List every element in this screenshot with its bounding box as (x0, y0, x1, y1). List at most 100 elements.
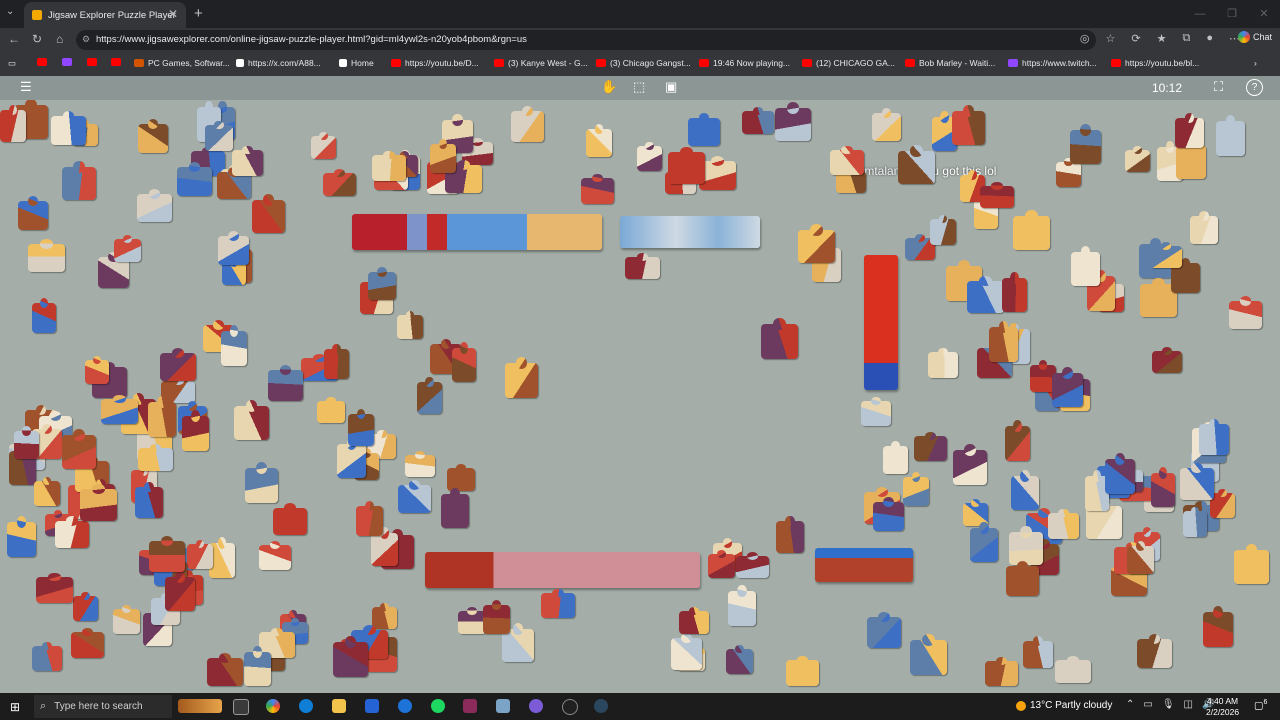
puzzle-piece[interactable] (1125, 146, 1150, 172)
puzzle-piece[interactable] (232, 145, 263, 176)
puzzle-piece[interactable] (234, 400, 269, 440)
puzzle-piece[interactable] (458, 607, 486, 634)
puzzle-piece[interactable] (1180, 462, 1214, 500)
puzzle-piece[interactable] (1052, 367, 1083, 407)
puzzle-piece[interactable] (1183, 506, 1207, 537)
puzzle-piece[interactable] (1013, 210, 1050, 250)
puzzle-piece[interactable] (985, 656, 1018, 686)
windows-start-icon[interactable]: ⊞ (10, 700, 20, 714)
puzzle-piece[interactable] (898, 145, 935, 184)
puzzle-piece[interactable] (323, 169, 356, 196)
puzzle-piece[interactable] (73, 591, 98, 621)
favorite-star-icon[interactable]: ☆ (1106, 32, 1116, 45)
puzzle-piece[interactable] (511, 105, 544, 142)
puzzle-piece[interactable] (207, 653, 243, 686)
puzzle-piece[interactable] (138, 119, 168, 153)
puzzle-board[interactable]: iamtalanya: you got this lol (0, 100, 1280, 693)
puzzle-piece[interactable] (786, 655, 819, 686)
favorites-icon[interactable]: ★ (1157, 32, 1167, 45)
puzzle-piece[interactable] (1176, 139, 1206, 179)
puzzle-piece[interactable] (430, 139, 456, 173)
taskbar-clock[interactable]: 4:40 AM 2/2/2026 (1206, 696, 1239, 718)
puzzle-piece[interactable] (205, 120, 233, 151)
puzzle-piece[interactable] (637, 141, 662, 171)
puzzle-piece[interactable] (356, 500, 383, 536)
puzzle-piece[interactable] (368, 267, 396, 300)
puzzle-piece[interactable] (32, 641, 62, 671)
puzzle-piece[interactable] (903, 472, 929, 506)
home-icon[interactable]: ⌂ (56, 32, 63, 46)
tab-search-icon[interactable]: ⌄ (6, 6, 14, 17)
puzzle-piece[interactable] (775, 102, 811, 141)
puzzle-piece[interactable] (1127, 541, 1154, 574)
bookmark-item[interactable]: PC Games, Softwar... (134, 58, 230, 68)
puzzle-piece[interactable] (1151, 467, 1175, 507)
bookmark-item[interactable] (111, 58, 125, 66)
puzzle-piece[interactable] (7, 516, 36, 557)
puzzle-piece[interactable] (928, 347, 958, 378)
puzzle-piece[interactable] (1190, 211, 1218, 244)
bookmark-item[interactable]: https://www.twitch... (1008, 58, 1097, 68)
puzzle-piece[interactable] (1071, 246, 1100, 286)
puzzle-piece[interactable] (742, 107, 774, 134)
extensions-icon[interactable]: ⟳ (1131, 32, 1140, 45)
network-icon[interactable]: ◫ (1184, 699, 1193, 710)
puzzle-piece[interactable] (177, 162, 212, 196)
collections-icon[interactable]: ⧉ (1182, 32, 1190, 45)
puzzle-piece[interactable] (1023, 636, 1053, 668)
puzzle-piece[interactable] (0, 104, 26, 142)
bookmark-item[interactable] (87, 58, 101, 66)
puzzle-piece[interactable] (883, 441, 908, 474)
puzzle-piece[interactable] (441, 488, 469, 528)
assembled-cluster[interactable] (864, 255, 898, 390)
puzzle-piece[interactable] (372, 150, 406, 181)
bookmark-item[interactable]: https://youtu.be/D... (391, 58, 479, 68)
puzzle-piece[interactable] (505, 357, 538, 398)
puzzle-piece[interactable] (452, 342, 476, 382)
puzzle-piece[interactable] (1234, 544, 1269, 584)
assembled-cluster[interactable] (620, 216, 760, 248)
puzzle-piece[interactable] (165, 571, 195, 611)
bookmark-item[interactable]: Bob Marley - Waiti... (905, 58, 995, 68)
puzzle-piece[interactable] (187, 539, 213, 569)
puzzle-piece[interactable] (32, 297, 56, 333)
weather-widget[interactable]: 13°C Partly cloudy (1016, 700, 1112, 711)
puzzle-piece[interactable] (337, 438, 366, 478)
puzzle-piece[interactable] (581, 173, 614, 204)
puzzle-piece[interactable] (1070, 124, 1101, 164)
puzzle-piece[interactable] (217, 167, 251, 199)
puzzle-piece[interactable] (113, 604, 140, 634)
puzzle-piece[interactable] (135, 481, 163, 518)
puzzle-piece[interactable] (182, 410, 209, 451)
puzzle-piece[interactable] (268, 364, 303, 401)
bookmark-item[interactable]: (3) Chicago Gangst... (596, 58, 691, 68)
puzzle-piece[interactable] (1006, 560, 1039, 596)
puzzle-piece[interactable] (62, 161, 96, 200)
puzzle-piece[interactable] (625, 253, 660, 279)
edge-browser-icon[interactable] (299, 699, 313, 713)
profile-avatar-icon[interactable]: ● (1206, 32, 1213, 45)
minimize-button[interactable]: — (1184, 0, 1216, 28)
puzzle-piece[interactable] (114, 235, 141, 262)
tray-overflow-icon[interactable]: ⌃ (1126, 699, 1134, 710)
select-box-icon[interactable]: ⬚ (633, 79, 645, 95)
puzzle-piece[interactable] (830, 145, 864, 175)
help-icon[interactable]: ? (1246, 79, 1263, 96)
pan-hand-icon[interactable]: ✋ (601, 79, 617, 95)
puzzle-piece[interactable] (726, 644, 753, 674)
puzzle-piece[interactable] (18, 196, 48, 230)
assembled-cluster[interactable] (352, 214, 602, 250)
close-window-button[interactable]: ✕ (1248, 0, 1280, 28)
puzzle-piece[interactable] (873, 497, 904, 531)
puzzle-piece[interactable] (62, 429, 96, 469)
assembled-cluster[interactable] (815, 548, 913, 582)
puzzle-piece[interactable] (867, 611, 901, 648)
puzzle-piece[interactable] (688, 113, 720, 146)
puzzle-piece[interactable] (259, 540, 291, 570)
bookmarks-overflow-icon[interactable]: › (1254, 58, 1257, 68)
discord-icon[interactable] (529, 699, 543, 713)
puzzle-piece[interactable] (371, 527, 398, 566)
winrar-icon[interactable] (463, 699, 477, 713)
puzzle-piece[interactable] (861, 396, 891, 426)
assembled-cluster[interactable] (425, 552, 700, 588)
